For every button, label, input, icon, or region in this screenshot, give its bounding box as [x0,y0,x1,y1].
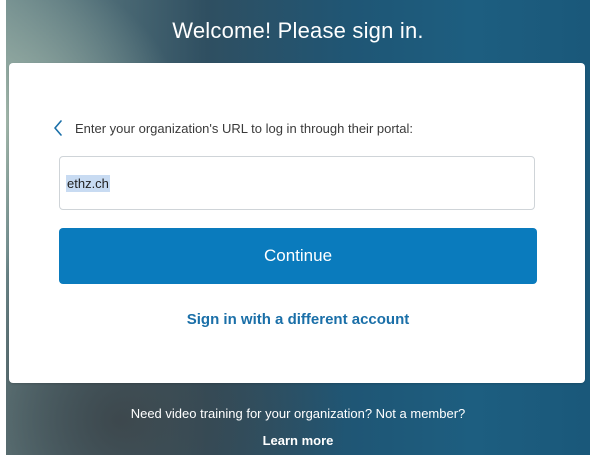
organization-url-value[interactable]: ethz.ch [66,174,110,192]
continue-button[interactable]: Continue [59,228,537,284]
sign-in-page: Welcome! Please sign in. Enter your orga… [0,0,590,455]
prompt-row: Enter your organization's URL to log in … [51,118,413,138]
left-edge-strip [0,0,6,455]
url-prompt-label: Enter your organization's URL to log in … [75,120,414,136]
sign-in-card [9,63,585,383]
organization-url-input[interactable]: ethz.ch [59,156,535,210]
sign-in-different-account-link[interactable]: Sign in with a different account [59,311,537,333]
chevron-left-icon[interactable] [51,118,65,138]
page-title: Welcome! Please sign in. [172,18,424,43]
learn-more-link[interactable]: Learn more [6,433,590,448]
footer-message: Need video training for your organizatio… [130,406,466,421]
